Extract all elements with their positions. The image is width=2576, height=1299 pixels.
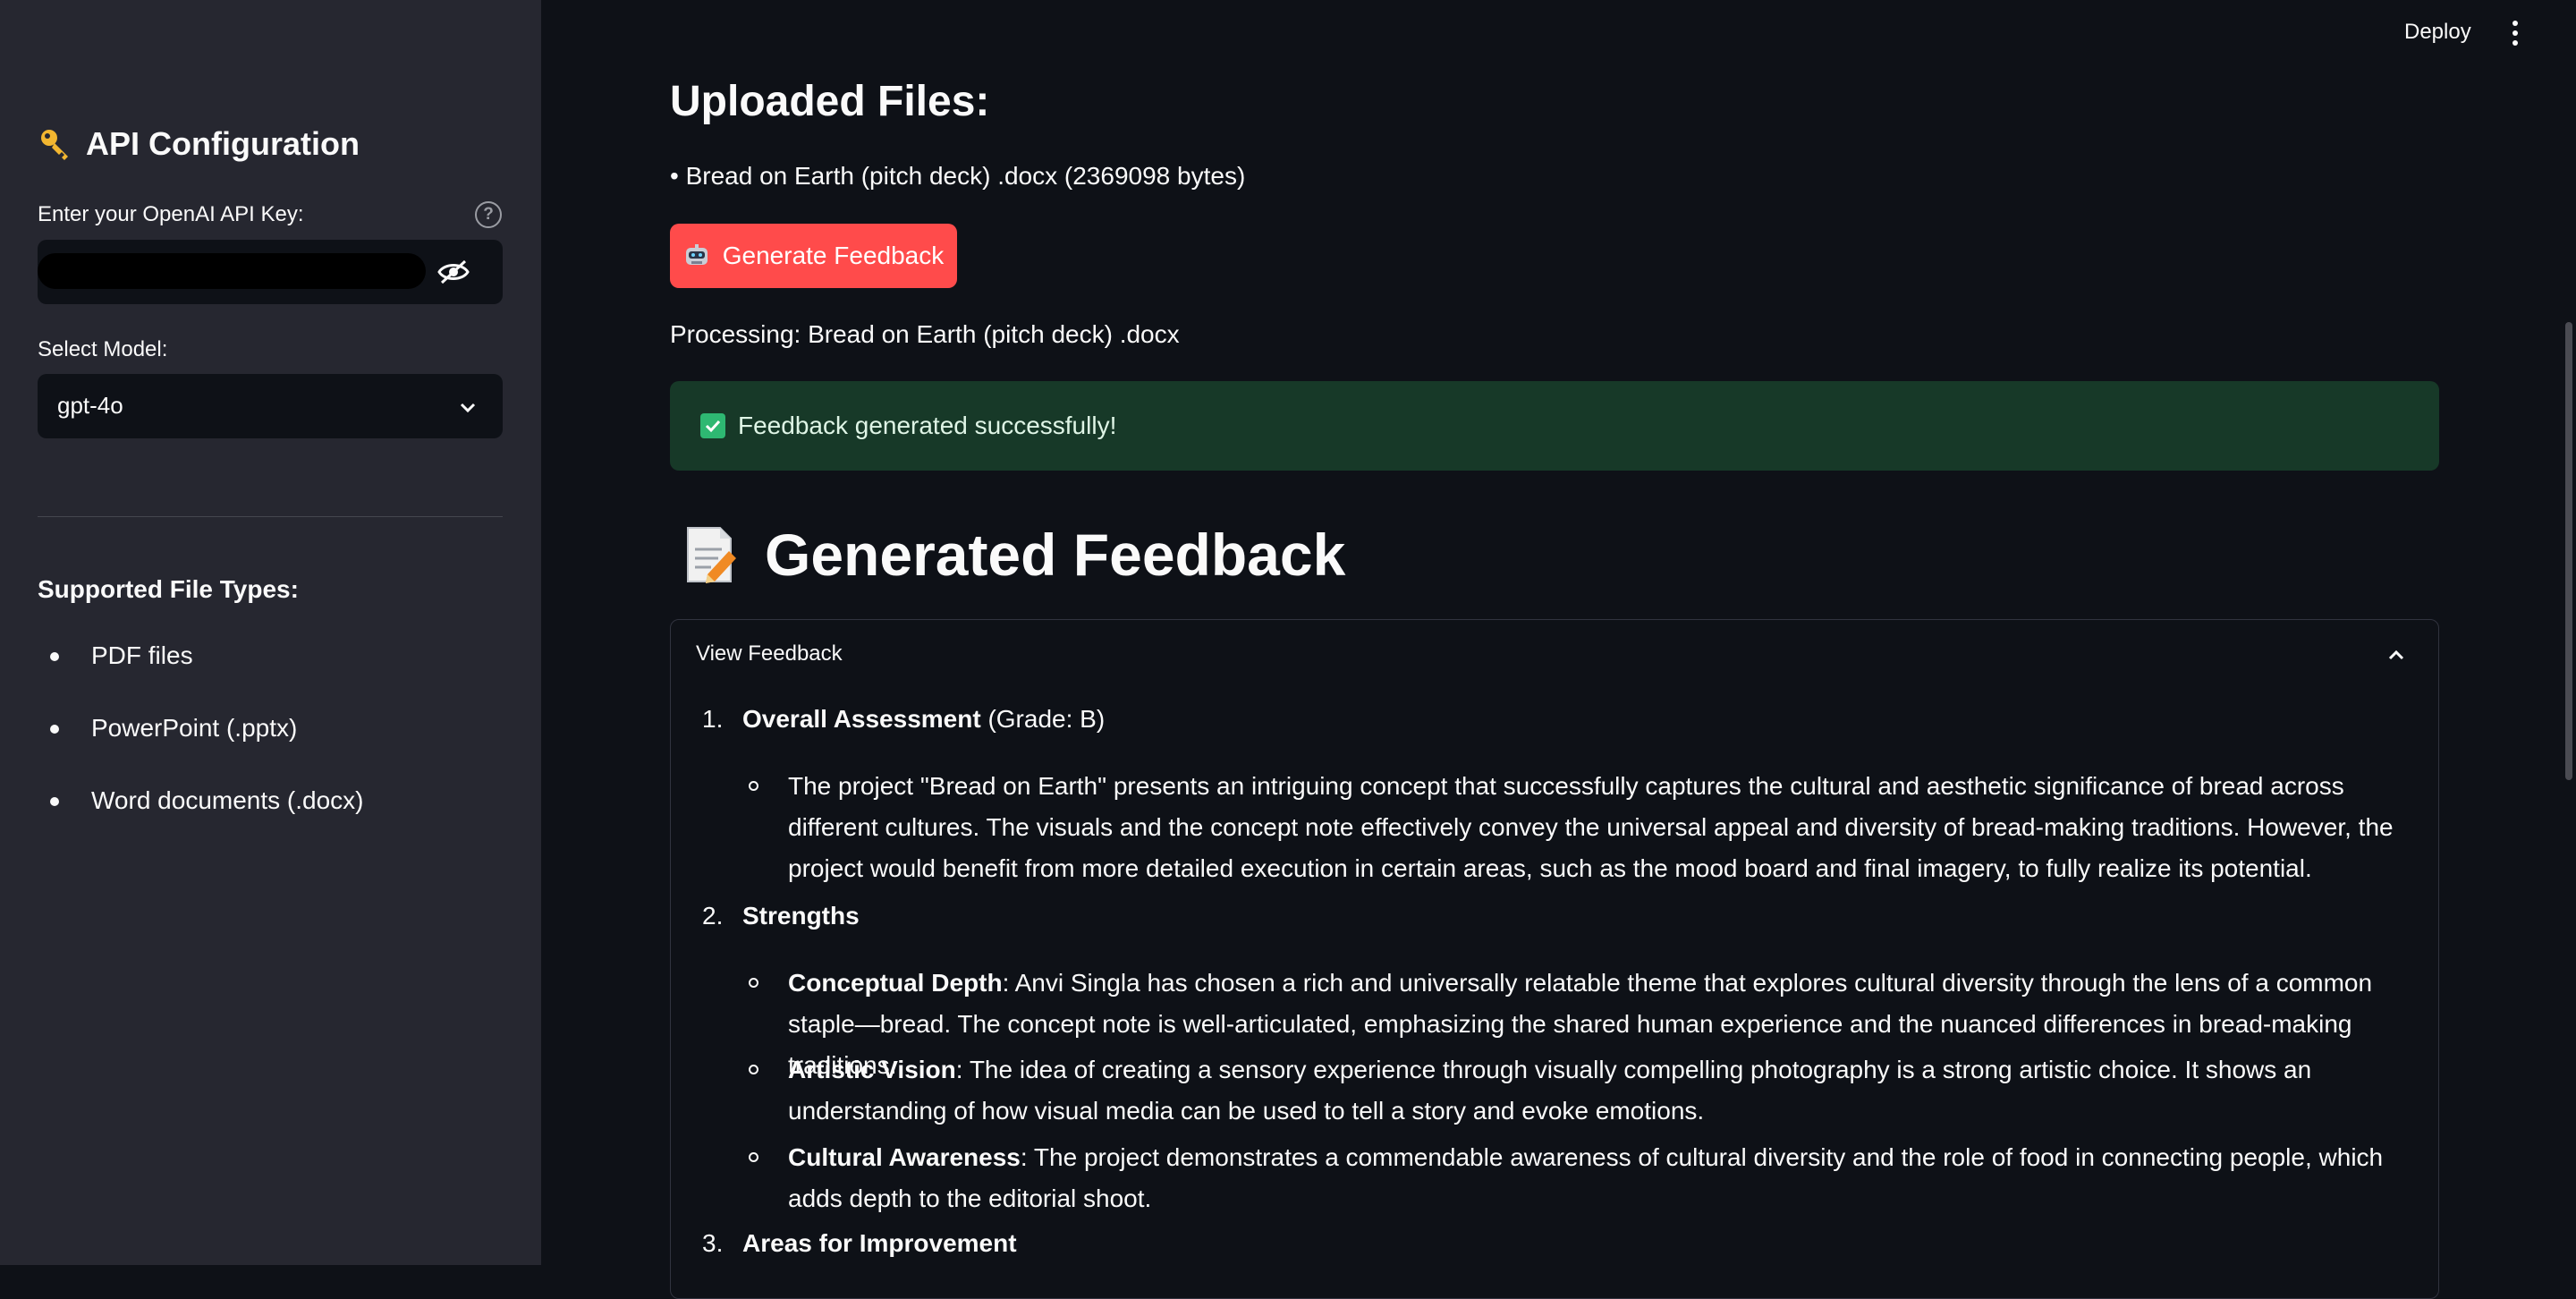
check-icon — [700, 413, 725, 438]
sidebar-title-text: API Configuration — [86, 125, 360, 162]
section-number: 1. — [702, 705, 724, 733]
section-title: Areas for Improvement — [742, 1229, 1017, 1257]
model-label: Select Model: — [38, 337, 168, 361]
memo-icon — [687, 527, 736, 583]
deploy-button[interactable]: Deploy — [2404, 20, 2471, 45]
list-item: Word documents (.docx) — [38, 786, 364, 859]
chevron-up-icon[interactable] — [2386, 645, 2406, 665]
bullet-marker — [749, 1065, 758, 1074]
processing-status: Processing: Bread on Earth (pitch deck) … — [670, 320, 1180, 348]
generated-feedback-title-text: Generated Feedback — [765, 522, 1346, 588]
strength-text: : The idea of creating a sensory experie… — [788, 1056, 2312, 1125]
generate-feedback-button[interactable]: Generate Feedback — [670, 224, 957, 288]
success-alert: Feedback generated successfully! — [670, 381, 2439, 471]
uploaded-files-title: Uploaded Files: — [670, 78, 990, 125]
generated-feedback-title: Generated Feedback — [682, 521, 1345, 589]
section-title: Strengths — [742, 902, 860, 930]
section-heading-strengths: Strengths — [742, 902, 860, 930]
more-menu-icon[interactable] — [2510, 20, 2521, 47]
masked-key — [38, 253, 426, 289]
list-item: PDF files — [38, 641, 364, 714]
strength-cultural-awareness: Cultural Awareness: The project demonstr… — [788, 1137, 2407, 1219]
section-heading-overall: Overall Assessment (Grade: B) — [742, 705, 1105, 734]
strength-title: Cultural Awareness — [788, 1143, 1021, 1171]
section-title: Overall Assessment — [742, 705, 981, 733]
success-text: Feedback generated successfully! — [738, 412, 1117, 439]
section-heading-improvement: Areas for Improvement — [742, 1229, 1017, 1258]
scrollbar[interactable] — [2565, 322, 2572, 780]
api-key-label: Enter your OpenAI API Key: — [38, 202, 304, 226]
file-type-label: Word documents (.docx) — [91, 786, 364, 814]
api-key-input[interactable] — [38, 240, 503, 304]
file-type-label: PDF files — [91, 641, 193, 669]
key-icon — [41, 130, 68, 160]
overall-assessment-text: The project "Bread on Earth" presents an… — [788, 772, 2394, 882]
bullet-marker — [749, 781, 758, 791]
model-value: gpt-4o — [57, 392, 123, 419]
chevron-down-icon — [460, 403, 476, 413]
generate-feedback-label: Generate Feedback — [722, 242, 945, 269]
eye-slash-icon[interactable] — [436, 259, 470, 284]
supported-types-title: Supported File Types: — [38, 575, 299, 603]
help-icon[interactable]: ? — [475, 201, 502, 228]
section-number: 2. — [702, 902, 724, 930]
uploaded-file-item: • Bread on Earth (pitch deck) .docx (236… — [670, 162, 1246, 190]
strength-artistic-vision: Artistic Vision: The idea of creating a … — [788, 1049, 2407, 1132]
file-type-label: PowerPoint (.pptx) — [91, 714, 298, 742]
robot-icon — [685, 244, 708, 265]
section-number: 3. — [702, 1229, 724, 1257]
sidebar-divider — [38, 516, 503, 517]
sidebar: API Configuration Enter your OpenAI API … — [0, 0, 541, 1265]
grade-text: (Grade: B) — [980, 705, 1106, 733]
bullet-marker — [749, 978, 758, 988]
strength-title: Artistic Vision — [788, 1056, 956, 1083]
strength-title: Conceptual Depth — [788, 969, 1003, 997]
model-select[interactable]: gpt-4o — [38, 374, 503, 438]
sidebar-title: API Configuration — [38, 125, 360, 163]
supported-types-list: PDF files PowerPoint (.pptx) Word docume… — [38, 641, 364, 859]
expander-label[interactable]: View Feedback — [696, 641, 843, 666]
list-item: PowerPoint (.pptx) — [38, 714, 364, 786]
strength-text: : The project demonstrates a commendable… — [788, 1143, 2384, 1212]
bullet-marker — [749, 1152, 758, 1162]
